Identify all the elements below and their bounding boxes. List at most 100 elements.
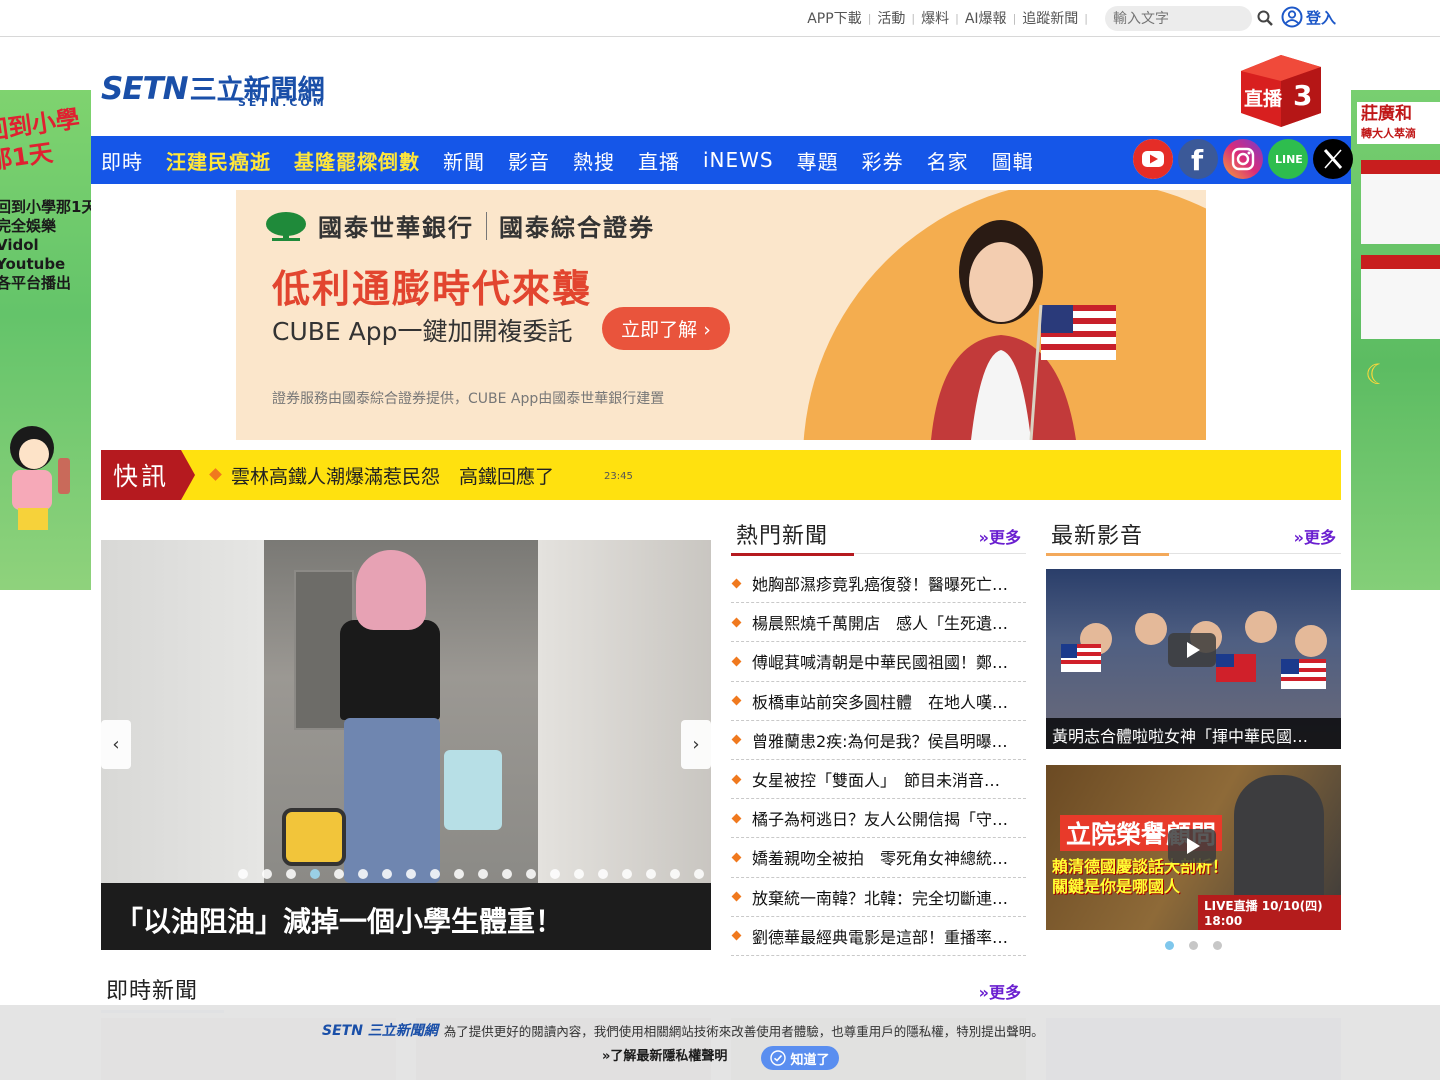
hot-news-headline: 嬌羞親吻全被拍 零死角女神總統… <box>752 849 1009 869</box>
headline-carousel[interactable]: ‹ › 「以油阻油」減掉一個小學生體重！ <box>101 540 711 950</box>
carousel-dot[interactable] <box>454 869 464 879</box>
breaking-news-label: 快訊 <box>101 450 181 500</box>
hot-news-title: 熱門新聞 <box>736 524 829 549</box>
live-channel-badge[interactable]: 直播 3 <box>1231 51 1331 127</box>
carousel-dot[interactable] <box>406 869 416 879</box>
side-ad-right[interactable]: 莊廣和 轉大人萃滴 ☾ <box>1351 90 1440 590</box>
nav-item[interactable]: 汪建民癌逝 <box>166 146 271 175</box>
carousel-dot[interactable] <box>430 869 440 879</box>
cookie-accept-button[interactable]: 知道了 <box>761 1046 839 1070</box>
carousel-dot[interactable] <box>262 869 272 879</box>
banner-subline: CUBE App一鍵加開複委託 <box>272 317 573 346</box>
privacy-policy-link[interactable]: »了解最新隱私權聲明 <box>602 1045 727 1064</box>
bullet-icon <box>731 774 742 784</box>
live-badge-number: 3 <box>1293 79 1312 112</box>
video-page-dot[interactable] <box>1213 941 1222 950</box>
search-icon[interactable] <box>1257 10 1273 26</box>
hot-news-item[interactable]: 放棄統一南韓？北韓：完全切斷連… <box>731 878 1026 917</box>
top-link-app[interactable]: APP下載 <box>801 8 867 28</box>
carousel-dot[interactable] <box>670 869 680 879</box>
carousel-dot[interactable] <box>382 869 392 879</box>
instant-news-more-link[interactable]: »更多 <box>979 979 1021 1003</box>
carousel-dot[interactable] <box>574 869 584 879</box>
carousel-dot[interactable] <box>238 869 248 879</box>
top-link-ai-report[interactable]: AI爆報 <box>959 8 1013 28</box>
carousel-photo[interactable] <box>264 540 538 883</box>
facebook-icon[interactable]: f <box>1178 139 1218 179</box>
x-twitter-icon[interactable] <box>1313 139 1353 179</box>
carousel-dot[interactable] <box>502 869 512 879</box>
carousel-prev-button[interactable]: ‹ <box>101 720 131 769</box>
side-ad-left-headline: 回到小學 那1天 <box>0 104 82 176</box>
video-page-dot[interactable] <box>1189 941 1198 950</box>
video-page-dot[interactable] <box>1165 941 1174 950</box>
nav-item[interactable]: 影音 <box>508 146 550 175</box>
line-icon[interactable]: LINE <box>1268 139 1308 179</box>
carousel-dot[interactable] <box>478 869 488 879</box>
hot-news-item[interactable]: 曾雅蘭患2疾:為何是我？侯昌明曝… <box>731 721 1026 760</box>
hot-news-item[interactable]: 板橋車站前突多圓柱體 在地人嘆… <box>731 682 1026 721</box>
nav-item[interactable]: 名家 <box>927 146 969 175</box>
carousel-dot[interactable] <box>310 869 320 879</box>
carousel-dot[interactable] <box>646 869 656 879</box>
carousel-dot[interactable] <box>694 869 704 879</box>
video-caption: 黃明志合體啦啦女神「揮中華民國… <box>1046 718 1341 749</box>
live-badge-label: 直播 <box>1244 87 1283 110</box>
nav-item[interactable]: 即時 <box>101 146 143 175</box>
hot-news-item[interactable]: 橘子為柯逃日？友人公開信揭「守… <box>731 799 1026 839</box>
top-link-events[interactable]: 活動 <box>871 8 911 28</box>
play-icon[interactable] <box>1168 633 1216 667</box>
nav-item[interactable]: iNEWS <box>703 148 774 172</box>
woman-with-flag-image <box>931 220 1116 440</box>
svg-text:f: f <box>1191 144 1204 177</box>
carousel-dot[interactable] <box>358 869 368 879</box>
nav-items: 即時 汪建民癌逝 基隆罷樑倒數 新聞 影音 熱搜 直播 iNEWS 專題 彩券 名家 圖輯 <box>101 136 1057 184</box>
side-ad-left-body: 回到小學那1天 完全娛樂 Vidol Youtube 各平台播出 <box>0 198 91 292</box>
site-logo[interactable]: SETN 三立新聞網 SETN.COM <box>101 68 346 113</box>
carousel-dot[interactable] <box>622 869 632 879</box>
hot-news-item[interactable]: 傅崐萁喊清朝是中華民國祖國！鄭… <box>731 642 1026 682</box>
banner-cta-button[interactable]: 立即了解 › <box>602 307 730 350</box>
hot-news-item[interactable]: 她胸部濕疹竟乳癌復發！醫曝死亡… <box>731 564 1026 604</box>
svg-text:LINE: LINE <box>1275 153 1303 166</box>
instagram-icon[interactable] <box>1223 139 1263 179</box>
carousel-caption[interactable]: 「以油阻油」減掉一個小學生體重！ <box>101 883 711 950</box>
youtube-icon[interactable] <box>1133 139 1173 179</box>
bank-banner-ad[interactable]: 國泰世華銀行 國泰綜合證券 低利通膨時代來襲 CUBE App一鍵加開複委託 立即… <box>236 190 1206 440</box>
video-thumbnail[interactable]: 黃明志合體啦啦女神「揮中華民國… <box>1046 569 1341 749</box>
main-nav: 即時 汪建民癌逝 基隆罷樑倒數 新聞 影音 熱搜 直播 iNEWS 專題 彩券 名家 圖輯 f LIN… <box>91 136 1353 184</box>
nav-item[interactable]: 新聞 <box>443 146 485 175</box>
carousel-dot[interactable] <box>286 869 296 879</box>
latest-video-more-link[interactable]: »更多 <box>1294 524 1336 548</box>
nav-item[interactable]: 基隆罷樑倒數 <box>294 146 420 175</box>
search-input[interactable] <box>1105 6 1252 31</box>
nav-item[interactable]: 熱搜 <box>573 146 615 175</box>
nav-item[interactable]: 專題 <box>797 146 839 175</box>
carousel-next-button[interactable]: › <box>681 720 711 769</box>
breaking-news-bar[interactable]: 快訊 雲林高鐵人潮爆滿惹民怨 高鐵回應了 23:45 <box>101 450 1341 500</box>
video-thumbnail[interactable]: 立院榮譽顧問 賴清德國慶談話大剖析！ 關鍵是你是哪國人 LIVE直播 10/10… <box>1046 765 1341 930</box>
nav-item[interactable]: 直播 <box>638 146 680 175</box>
hot-news-headline: 橘子為柯逃日？友人公開信揭「守… <box>752 810 1009 830</box>
hot-news-more-link[interactable]: »更多 <box>979 524 1021 548</box>
carousel-dot[interactable] <box>334 869 344 879</box>
carousel-dot[interactable] <box>550 869 560 879</box>
latest-video-header: 最新影音 »更多 <box>1046 518 1341 556</box>
breaking-news-headline[interactable]: 雲林高鐵人潮爆滿惹民怨 高鐵回應了 <box>231 462 554 489</box>
breaking-news-time: 23:45 <box>604 471 633 482</box>
carousel-dot[interactable] <box>598 869 608 879</box>
tree-logo-icon <box>266 211 306 241</box>
top-link-tips[interactable]: 爆料 <box>915 8 955 28</box>
hot-news-item[interactable]: 劉德華最經典電影是這部！重播率… <box>731 917 1026 956</box>
play-icon[interactable] <box>1168 829 1216 863</box>
hot-news-item[interactable]: 楊晨熙燒千萬開店 感人「生死遺… <box>731 603 1026 643</box>
hot-news-item[interactable]: 女星被控「雙面人」 節目未消音… <box>731 760 1026 800</box>
hot-news-item[interactable]: 嬌羞親吻全被拍 零死角女神總統… <box>731 838 1026 878</box>
carousel-dot[interactable] <box>526 869 536 879</box>
login-button[interactable]: 登入 <box>1281 6 1336 28</box>
top-link-follow[interactable]: 追蹤新聞 <box>1016 8 1084 28</box>
nav-item[interactable]: 圖輯 <box>992 146 1034 175</box>
nav-item[interactable]: 彩券 <box>862 146 904 175</box>
bullet-icon <box>731 695 742 706</box>
side-ad-left[interactable]: 回到小學 那1天 回到小學那1天 完全娛樂 Vidol Youtube 各平台播出 <box>0 90 91 590</box>
